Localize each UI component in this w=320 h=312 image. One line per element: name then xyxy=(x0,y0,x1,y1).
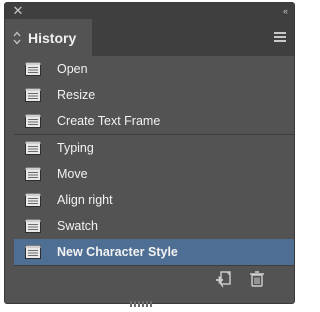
document-state-icon xyxy=(25,193,41,207)
document-state-icon xyxy=(25,88,41,103)
panel-tab-row: History xyxy=(5,19,294,57)
document-state-icon xyxy=(25,166,41,181)
new-document-from-state-icon[interactable] xyxy=(214,269,234,289)
history-state-label: Align right xyxy=(57,193,113,207)
document-state-icon xyxy=(25,114,41,129)
history-state-row[interactable]: Align right xyxy=(14,187,294,214)
document-state-icon xyxy=(25,219,41,234)
hamburger-menu-icon[interactable] xyxy=(274,32,286,42)
close-icon[interactable]: ✕ xyxy=(11,3,25,19)
history-state-label: Move xyxy=(57,166,88,181)
history-state-row[interactable]: Swatch xyxy=(14,213,294,241)
history-list: Open Resize Create Text Frame Typing Move Ali… xyxy=(14,56,294,267)
history-state-row[interactable]: Create Text Frame xyxy=(14,108,294,136)
panel-topbar: ✕ ‹‹ xyxy=(5,3,294,19)
history-state-label: Create Text Frame xyxy=(57,114,161,129)
document-state-icon xyxy=(25,245,41,260)
panel-title: History xyxy=(28,30,77,46)
history-state-label: Swatch xyxy=(57,219,98,234)
history-state-label: Resize xyxy=(57,88,96,103)
history-state-label: New Character Style xyxy=(57,245,178,260)
history-state-row[interactable]: Move xyxy=(14,160,294,188)
trash-icon[interactable] xyxy=(247,269,267,289)
history-panel: ✕ ‹‹ History Open Resize Create Text Frame… xyxy=(5,3,294,307)
history-state-row[interactable]: Typing xyxy=(14,134,294,162)
document-state-icon xyxy=(25,140,41,155)
history-state-row[interactable]: Resize xyxy=(14,82,294,110)
history-state-row[interactable]: New Character Style xyxy=(14,239,294,267)
sort-arrows-icon[interactable] xyxy=(13,31,21,45)
history-state-row[interactable]: Open xyxy=(14,56,294,83)
history-state-label: Open xyxy=(57,62,88,76)
double-chevron-left-icon[interactable]: ‹‹ xyxy=(283,3,288,19)
tab-history[interactable]: History xyxy=(5,19,92,57)
history-state-label: Typing xyxy=(57,140,94,155)
panel-footer xyxy=(5,265,294,293)
document-state-icon xyxy=(25,62,41,76)
resize-handle[interactable] xyxy=(130,294,168,307)
